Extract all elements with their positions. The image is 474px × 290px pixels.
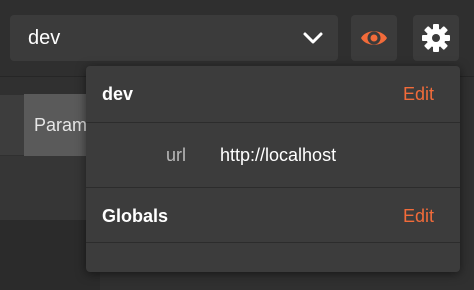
response-area — [0, 220, 100, 290]
variable-value: http://localhost — [220, 145, 337, 165]
chevron-down-icon[interactable] — [302, 29, 324, 47]
globals-header-row: Globals Edit — [86, 188, 460, 242]
environment-name: dev — [102, 84, 134, 104]
variable-row: url http://localhost — [86, 123, 460, 187]
environment-header-row: dev Edit — [86, 66, 460, 122]
gear-icon — [422, 24, 450, 52]
variable-key: url — [166, 145, 187, 165]
eye-icon — [361, 31, 387, 45]
environment-quick-look-panel: dev Edit url http://localhost Globals Ed… — [86, 66, 460, 272]
row-divider — [86, 242, 460, 243]
globals-name: Globals — [102, 206, 169, 226]
request-editor-area — [0, 156, 100, 220]
edit-globals-link[interactable]: Edit — [403, 206, 434, 227]
edit-environment-link[interactable]: Edit — [403, 84, 434, 105]
environment-quick-look-button[interactable] — [351, 15, 397, 61]
environment-select[interactable]: dev — [10, 15, 338, 61]
settings-button[interactable] — [413, 15, 459, 61]
environment-select-value: dev — [28, 27, 61, 49]
top-toolbar: dev — [0, 0, 474, 76]
